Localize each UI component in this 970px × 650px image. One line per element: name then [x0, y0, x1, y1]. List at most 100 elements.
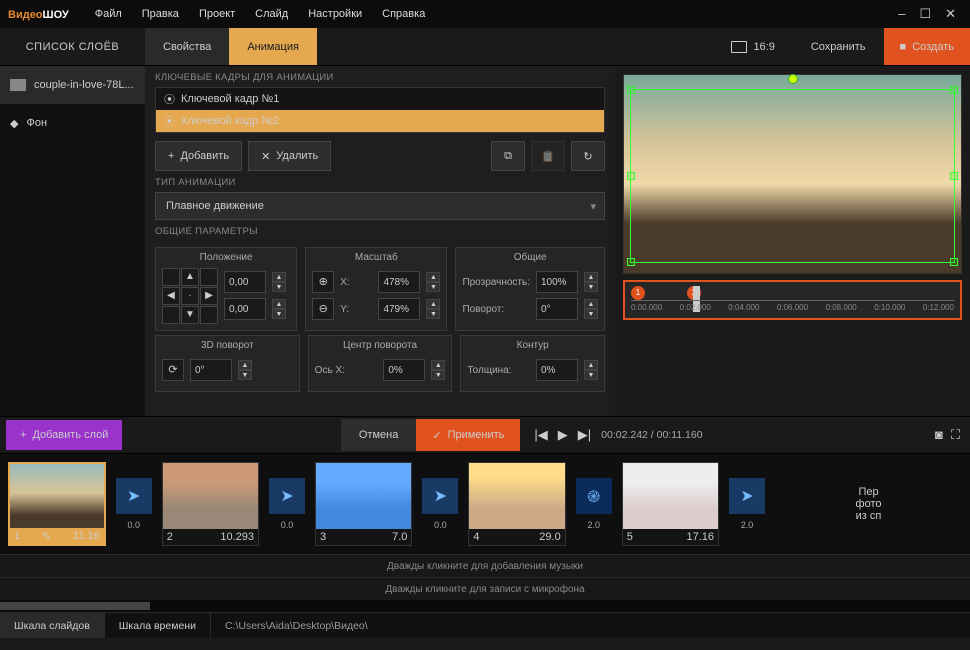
- thickness-input[interactable]: 0%: [536, 359, 578, 381]
- scale-y-input[interactable]: 479%: [378, 298, 420, 320]
- stepper-down[interactable]: ▼: [272, 282, 286, 292]
- next-button[interactable]: ▶|: [578, 427, 591, 443]
- slide-thumb[interactable]: 1✎11.16: [8, 462, 106, 546]
- menu-edit[interactable]: Правка: [132, 8, 189, 20]
- scroll-thumb[interactable]: [0, 602, 150, 610]
- selection-box[interactable]: [630, 89, 955, 263]
- general-group: Общие Прозрачность:100%▲▼ Поворот:0°▲▼: [455, 247, 605, 331]
- transition[interactable]: ➤0.0: [422, 462, 458, 546]
- keyframe-item[interactable]: ⦿Ключевой кадр №2: [156, 110, 604, 132]
- preview-canvas[interactable]: [623, 74, 962, 274]
- add-keyframe-button[interactable]: +Добавить: [155, 141, 242, 171]
- video-camera-icon: ■: [900, 41, 907, 53]
- opacity-input[interactable]: 100%: [536, 271, 578, 293]
- stepper-up[interactable]: ▲: [272, 299, 286, 309]
- snapshot-icon[interactable]: ◙: [935, 427, 943, 443]
- prev-button[interactable]: |◀: [534, 427, 547, 443]
- pivot-x-input[interactable]: 0%: [383, 359, 425, 381]
- zoom-out-icon[interactable]: ⊖: [312, 298, 334, 320]
- rotate3d-icon[interactable]: ⟳: [162, 359, 184, 381]
- mic-track[interactable]: Дважды кликните для записи с микрофона: [0, 577, 970, 600]
- plus-icon: +: [168, 150, 174, 162]
- tab-properties[interactable]: Свойства: [145, 28, 229, 65]
- save-button[interactable]: Сохранить: [793, 28, 884, 65]
- music-track[interactable]: Дважды кликните для добавления музыки: [0, 554, 970, 577]
- refresh-button[interactable]: ↻: [571, 141, 605, 171]
- add-layer-button[interactable]: +Добавить слой: [6, 420, 122, 450]
- menu-slide[interactable]: Слайд: [245, 8, 298, 20]
- pos-y-input[interactable]: 0,00: [224, 298, 266, 320]
- tab-animation[interactable]: Анимация: [229, 28, 317, 65]
- file-path: C:\Users\Aida\Desktop\Видео\: [211, 613, 382, 638]
- keyframe-timeline[interactable]: 1 2 0:00.0000:02.0000:04.0000:06.0000:08…: [623, 280, 962, 320]
- clipboard-icon: 📋: [541, 150, 555, 163]
- x-icon: ✕: [261, 150, 270, 163]
- rotation-input[interactable]: 0°: [536, 298, 578, 320]
- create-button[interactable]: ■Создать: [884, 28, 970, 65]
- layer-item[interactable]: ◆Фон: [0, 104, 145, 142]
- fullscreen-icon[interactable]: ⛶: [951, 427, 960, 443]
- transition[interactable]: ➤0.0: [269, 462, 305, 546]
- transition[interactable]: ֎2.0: [576, 462, 612, 546]
- pos-x-input[interactable]: 0,00: [224, 271, 266, 293]
- resize-handle[interactable]: [950, 86, 958, 94]
- paste-button[interactable]: 📋: [531, 141, 565, 171]
- side-hint: Перфотоиз сп: [775, 483, 962, 525]
- slide-thumb[interactable]: 210.293: [162, 462, 259, 546]
- resize-handle[interactable]: [950, 172, 958, 180]
- rot3d-input[interactable]: 0°: [190, 359, 232, 381]
- layers-panel-title: СПИСОК СЛОЁВ: [0, 28, 145, 65]
- action-bar: +Добавить слой Отмена ✓Применить |◀ ▶ ▶|…: [0, 416, 970, 454]
- preview-panel: 1 2 0:00.0000:02.0000:04.0000:06.0000:08…: [615, 66, 970, 416]
- transition[interactable]: ➤2.0: [729, 462, 765, 546]
- stepper-down[interactable]: ▼: [272, 309, 286, 319]
- scale-x-input[interactable]: 478%: [378, 271, 420, 293]
- scale-group: Масштаб ⊕X:478%▲▼ ⊖Y:479%▲▼: [305, 247, 447, 331]
- audio-tracks: Дважды кликните для добавления музыки Дв…: [0, 554, 970, 600]
- edit-icon[interactable]: ✎: [42, 530, 51, 543]
- play-button[interactable]: ▶: [558, 427, 568, 443]
- close-icon[interactable]: ✕: [945, 6, 956, 22]
- common-params-header: ОБЩИЕ ПАРАМЕТРЫ: [155, 226, 605, 237]
- background-icon: ◆: [10, 117, 18, 130]
- menubar: ВидеоШОУ Файл Правка Проект Слайд Настро…: [0, 0, 970, 28]
- pin-icon: ⦿: [164, 113, 175, 129]
- transition-icon: ➤: [422, 478, 458, 514]
- slide-thumb[interactable]: 429.0: [468, 462, 565, 546]
- resize-handle[interactable]: [627, 258, 635, 266]
- cancel-button[interactable]: Отмена: [341, 419, 416, 451]
- delete-keyframe-button[interactable]: ✕Удалить: [248, 141, 331, 171]
- contour-group: Контур Толщина:0%▲▼: [460, 335, 605, 392]
- transition[interactable]: ➤0.0: [116, 462, 152, 546]
- rotation-handle[interactable]: [788, 74, 798, 84]
- app-logo: ВидеоШОУ: [8, 7, 69, 21]
- tab-time-scale[interactable]: Шкала времени: [105, 613, 211, 638]
- menu-help[interactable]: Справка: [372, 8, 435, 20]
- keyframe-item[interactable]: ⦿Ключевой кадр №1: [156, 88, 604, 110]
- tab-slide-scale[interactable]: Шкала слайдов: [0, 613, 105, 638]
- slide-thumb[interactable]: 517.16: [622, 462, 719, 546]
- rot3d-group: 3D поворот ⟳0°▲▼: [155, 335, 300, 392]
- menu-file[interactable]: Файл: [85, 8, 132, 20]
- kf-marker-1[interactable]: 1: [631, 286, 645, 300]
- minimize-icon[interactable]: –: [898, 6, 905, 22]
- resize-handle[interactable]: [627, 86, 635, 94]
- transition-icon: ➤: [269, 478, 305, 514]
- menu-project[interactable]: Проект: [189, 8, 245, 20]
- timeline-scrollbar[interactable]: [0, 600, 970, 612]
- transition-icon: ֎: [576, 478, 612, 514]
- stepper-up[interactable]: ▲: [272, 272, 286, 282]
- zoom-in-icon[interactable]: ⊕: [312, 271, 334, 293]
- menu-settings[interactable]: Настройки: [298, 8, 372, 20]
- resize-handle[interactable]: [627, 172, 635, 180]
- aspect-ratio[interactable]: 16:9: [713, 28, 792, 65]
- transition-icon: ➤: [116, 478, 152, 514]
- position-anchor-grid[interactable]: ▲ ◀·▶ ▼: [162, 268, 218, 324]
- anim-type-select[interactable]: Плавное движение: [155, 192, 605, 220]
- slide-thumb[interactable]: 37.0: [315, 462, 412, 546]
- copy-button[interactable]: ⧉: [491, 141, 525, 171]
- layer-item[interactable]: couple-in-love-78L...: [0, 66, 145, 104]
- resize-handle[interactable]: [950, 258, 958, 266]
- apply-button[interactable]: ✓Применить: [416, 419, 520, 451]
- maximize-icon[interactable]: ☐: [919, 6, 931, 22]
